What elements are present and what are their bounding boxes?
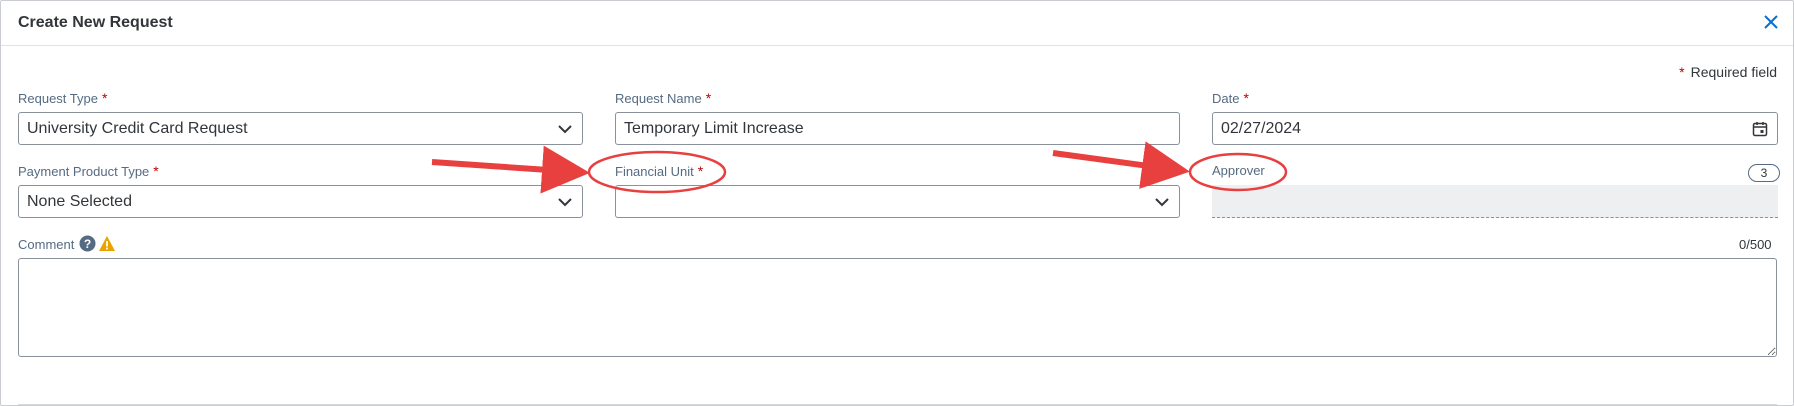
date-label: Date * [1212,90,1249,106]
dialog-header: Create New Request [1,1,1793,46]
request-type-value: University Credit Card Request [27,120,248,137]
comment-textarea[interactable] [18,258,1777,357]
required-star: * [705,90,712,106]
payment-product-type-value: None Selected [27,193,132,210]
request-type-select[interactable]: University Credit Card Request [18,112,583,145]
request-name-label-text: Request Name [615,91,702,106]
dialog-title: Create New Request [18,14,173,31]
svg-text:?: ? [84,237,91,251]
request-name-label: Request Name * [615,90,711,106]
chevron-down-icon[interactable] [1153,193,1171,211]
required-star: * [153,163,159,179]
required-note-text: Required field [1690,64,1777,80]
calendar-icon[interactable] [1751,120,1769,138]
close-icon[interactable] [1760,11,1782,33]
comment-label: Comment [18,237,74,252]
payment-product-type-label-text: Payment Product Type [18,164,150,179]
approver-label-text: Approver [1212,163,1265,178]
date-value: 02/27/2024 [1221,120,1302,137]
request-name-input[interactable]: Temporary Limit Increase [615,112,1180,145]
help-icon[interactable]: ? [79,235,96,252]
required-field-note: * Required field [1679,64,1777,80]
financial-unit-label: Financial Unit * [615,163,703,179]
chevron-down-icon[interactable] [556,193,574,211]
warning-icon [99,236,115,251]
date-label-text: Date [1212,91,1240,106]
required-star: * [697,163,704,179]
comment-label-text: Comment [18,237,75,252]
chevron-down-icon[interactable] [556,120,574,138]
required-star: * [1243,90,1249,106]
comment-char-counter: 0/500 [1739,237,1772,252]
required-star: * [101,90,108,106]
financial-unit-label-text: Financial Unit [615,164,694,179]
required-star: * [1679,64,1685,80]
approver-count-badge: 3 [1748,164,1780,182]
request-type-label-text: Request Type [18,91,98,106]
date-picker[interactable]: 02/27/2024 [1212,112,1778,145]
financial-unit-select[interactable] [615,185,1180,218]
approver-field [1212,185,1778,218]
approver-label: Approver [1212,163,1265,178]
request-type-label: Request Type * [18,90,107,106]
request-name-value: Temporary Limit Increase [624,120,804,137]
payment-product-type-label: Payment Product Type * [18,163,159,179]
create-request-dialog: Create New Request * Required field Reque… [0,0,1794,406]
payment-product-type-select[interactable]: None Selected [18,185,583,218]
divider [18,404,1777,405]
